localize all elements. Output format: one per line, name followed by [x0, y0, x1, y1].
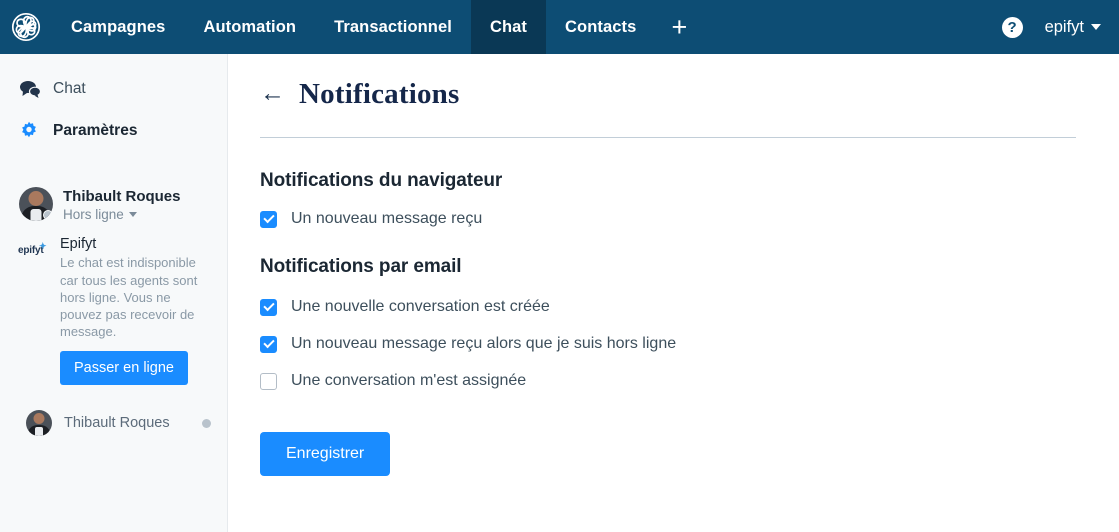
account-label: epifyt: [1044, 17, 1084, 36]
org-logo: epifyt ✦: [18, 236, 56, 256]
profile-status-dropdown[interactable]: Hors ligne: [63, 207, 181, 222]
plus-icon: +: [671, 11, 688, 42]
nav-item-transactionnel[interactable]: Transactionnel: [315, 0, 471, 54]
sidebar-item-chat-label: Chat: [53, 80, 86, 97]
checkbox-row-conversation-assigned[interactable]: Une conversation m'est assignée: [260, 372, 1076, 390]
avatar-shirt: [30, 209, 42, 221]
checkbox-label: Un nouveau message reçu alors que je sui…: [291, 335, 677, 352]
org-name: Epifyt: [60, 236, 97, 252]
pinwheel-logo-icon: [11, 12, 41, 42]
checkbox-label: Un nouveau message reçu: [291, 210, 483, 227]
org-description: Le chat est indisponible car tous les ag…: [60, 255, 198, 340]
sidebar: Chat Paramètres Thibault Roques Hors lig…: [0, 54, 228, 532]
header-divider: [260, 137, 1076, 138]
help-icon[interactable]: ?: [1001, 16, 1023, 38]
agent-status-dot-offline: [202, 418, 211, 428]
chevron-down-icon: [128, 212, 137, 217]
body-container: Chat Paramètres Thibault Roques Hors lig…: [0, 54, 1119, 532]
main-content: ← Notifications Notifications du navigat…: [228, 54, 1119, 532]
checkbox-row-new-message-while-offline[interactable]: Un nouveau message reçu alors que je sui…: [260, 335, 1076, 353]
page-title: Notifications: [299, 78, 460, 110]
app-logo[interactable]: [0, 0, 52, 54]
primary-nav-items: Campagnes Automation Transactionnel Chat…: [52, 0, 703, 54]
section-title: Notifications du navigateur: [260, 170, 503, 191]
page-header: ← Notifications: [260, 54, 1076, 111]
gear-icon: [19, 121, 49, 141]
checkbox-label: Une conversation m'est assignée: [291, 372, 527, 389]
profile-status-label: Hors ligne: [63, 207, 124, 222]
nav-item-automation[interactable]: Automation: [184, 0, 315, 54]
checkbox-new-message-received[interactable]: [260, 210, 277, 228]
nav-right-group: ? epifyt: [1001, 0, 1119, 54]
checkbox-new-conversation-created[interactable]: [260, 298, 277, 316]
check-icon: [262, 211, 275, 224]
check-icon: [262, 336, 275, 349]
arrow-left-icon[interactable]: ←: [260, 80, 285, 109]
top-navigation-bar: Campagnes Automation Transactionnel Chat…: [0, 0, 1119, 54]
checkbox-new-message-while-offline[interactable]: [260, 335, 277, 353]
section-title: Notifications par email: [260, 256, 462, 277]
chevron-down-icon: [1091, 24, 1101, 30]
agent-avatar: [26, 410, 52, 437]
sidebar-item-parametres[interactable]: Paramètres: [0, 110, 227, 152]
section-email-notifications: Notifications par email Une nouvelle con…: [260, 256, 1076, 390]
current-user-profile[interactable]: Thibault Roques Hors ligne: [0, 170, 227, 222]
chat-bubbles-icon: [19, 80, 49, 98]
checkbox-row-new-conversation-created[interactable]: Une nouvelle conversation est créée: [260, 298, 1076, 316]
sidebar-item-chat[interactable]: Chat: [0, 68, 227, 110]
avatar-shirt: [35, 427, 43, 437]
status-dot-offline: [43, 210, 53, 220]
org-text: Epifyt Le chat est indisponible car tous…: [60, 236, 211, 386]
save-button[interactable]: Enregistrer: [260, 432, 391, 476]
checkbox-conversation-assigned[interactable]: [260, 372, 277, 390]
agent-list-item[interactable]: Thibault Roques: [0, 403, 227, 443]
nav-item-contacts[interactable]: Contacts: [546, 0, 655, 54]
profile-text: Thibault Roques Hors ligne: [63, 187, 181, 222]
nav-item-chat[interactable]: Chat: [470, 0, 547, 54]
section-browser-notifications: Notifications du navigateur Un nouveau m…: [260, 170, 1076, 228]
avatar-face: [33, 413, 45, 425]
add-new-button[interactable]: +: [655, 0, 703, 54]
agent-name: Thibault Roques: [64, 415, 170, 432]
avatar: [19, 187, 53, 221]
check-icon: [262, 299, 275, 312]
nav-item-campagnes[interactable]: Campagnes: [52, 0, 184, 54]
account-menu[interactable]: epifyt: [1045, 18, 1101, 37]
avatar-face: [28, 191, 44, 206]
sidebar-item-parametres-label: Paramètres: [53, 122, 138, 139]
checkbox-label: Une nouvelle conversation est créée: [291, 298, 550, 315]
go-online-button[interactable]: Passer en ligne: [60, 351, 188, 386]
checkbox-row-new-message-received[interactable]: Un nouveau message reçu: [260, 210, 1076, 228]
profile-name: Thibault Roques: [63, 188, 181, 205]
sparkle-icon: ✦: [39, 241, 47, 251]
organisation-block: epifyt ✦ Epifyt Le chat est indisponible…: [0, 222, 227, 386]
